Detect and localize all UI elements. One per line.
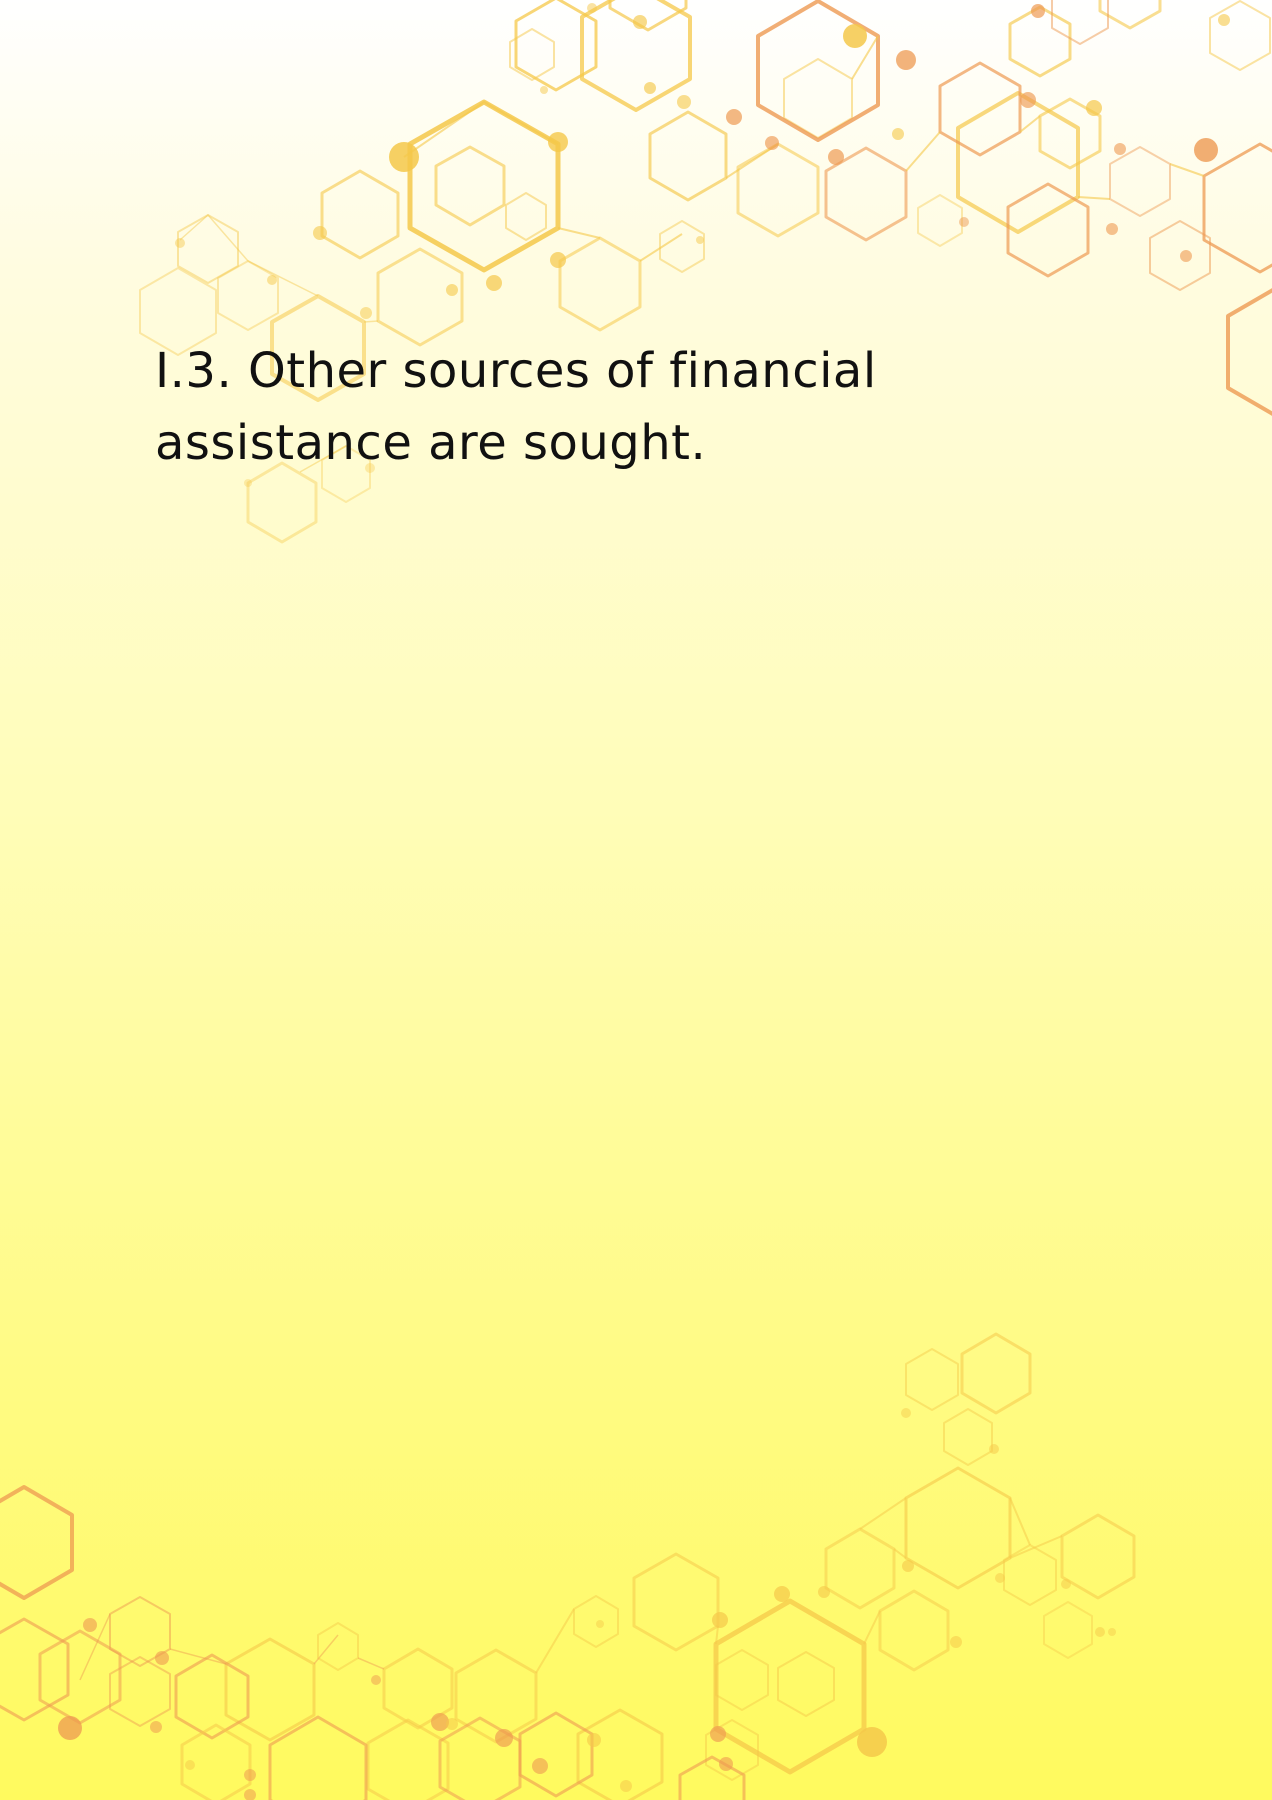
section-heading-line-2: assistance are sought. bbox=[155, 415, 707, 471]
document-page: I.3. Other sources of financial assistan… bbox=[0, 0, 1272, 1800]
section-heading-line-1: I.3. Other sources of financial bbox=[155, 343, 877, 399]
hexagon-decoration-bottom bbox=[0, 1332, 1136, 1800]
section-heading: I.3. Other sources of financial assistan… bbox=[155, 335, 1055, 479]
